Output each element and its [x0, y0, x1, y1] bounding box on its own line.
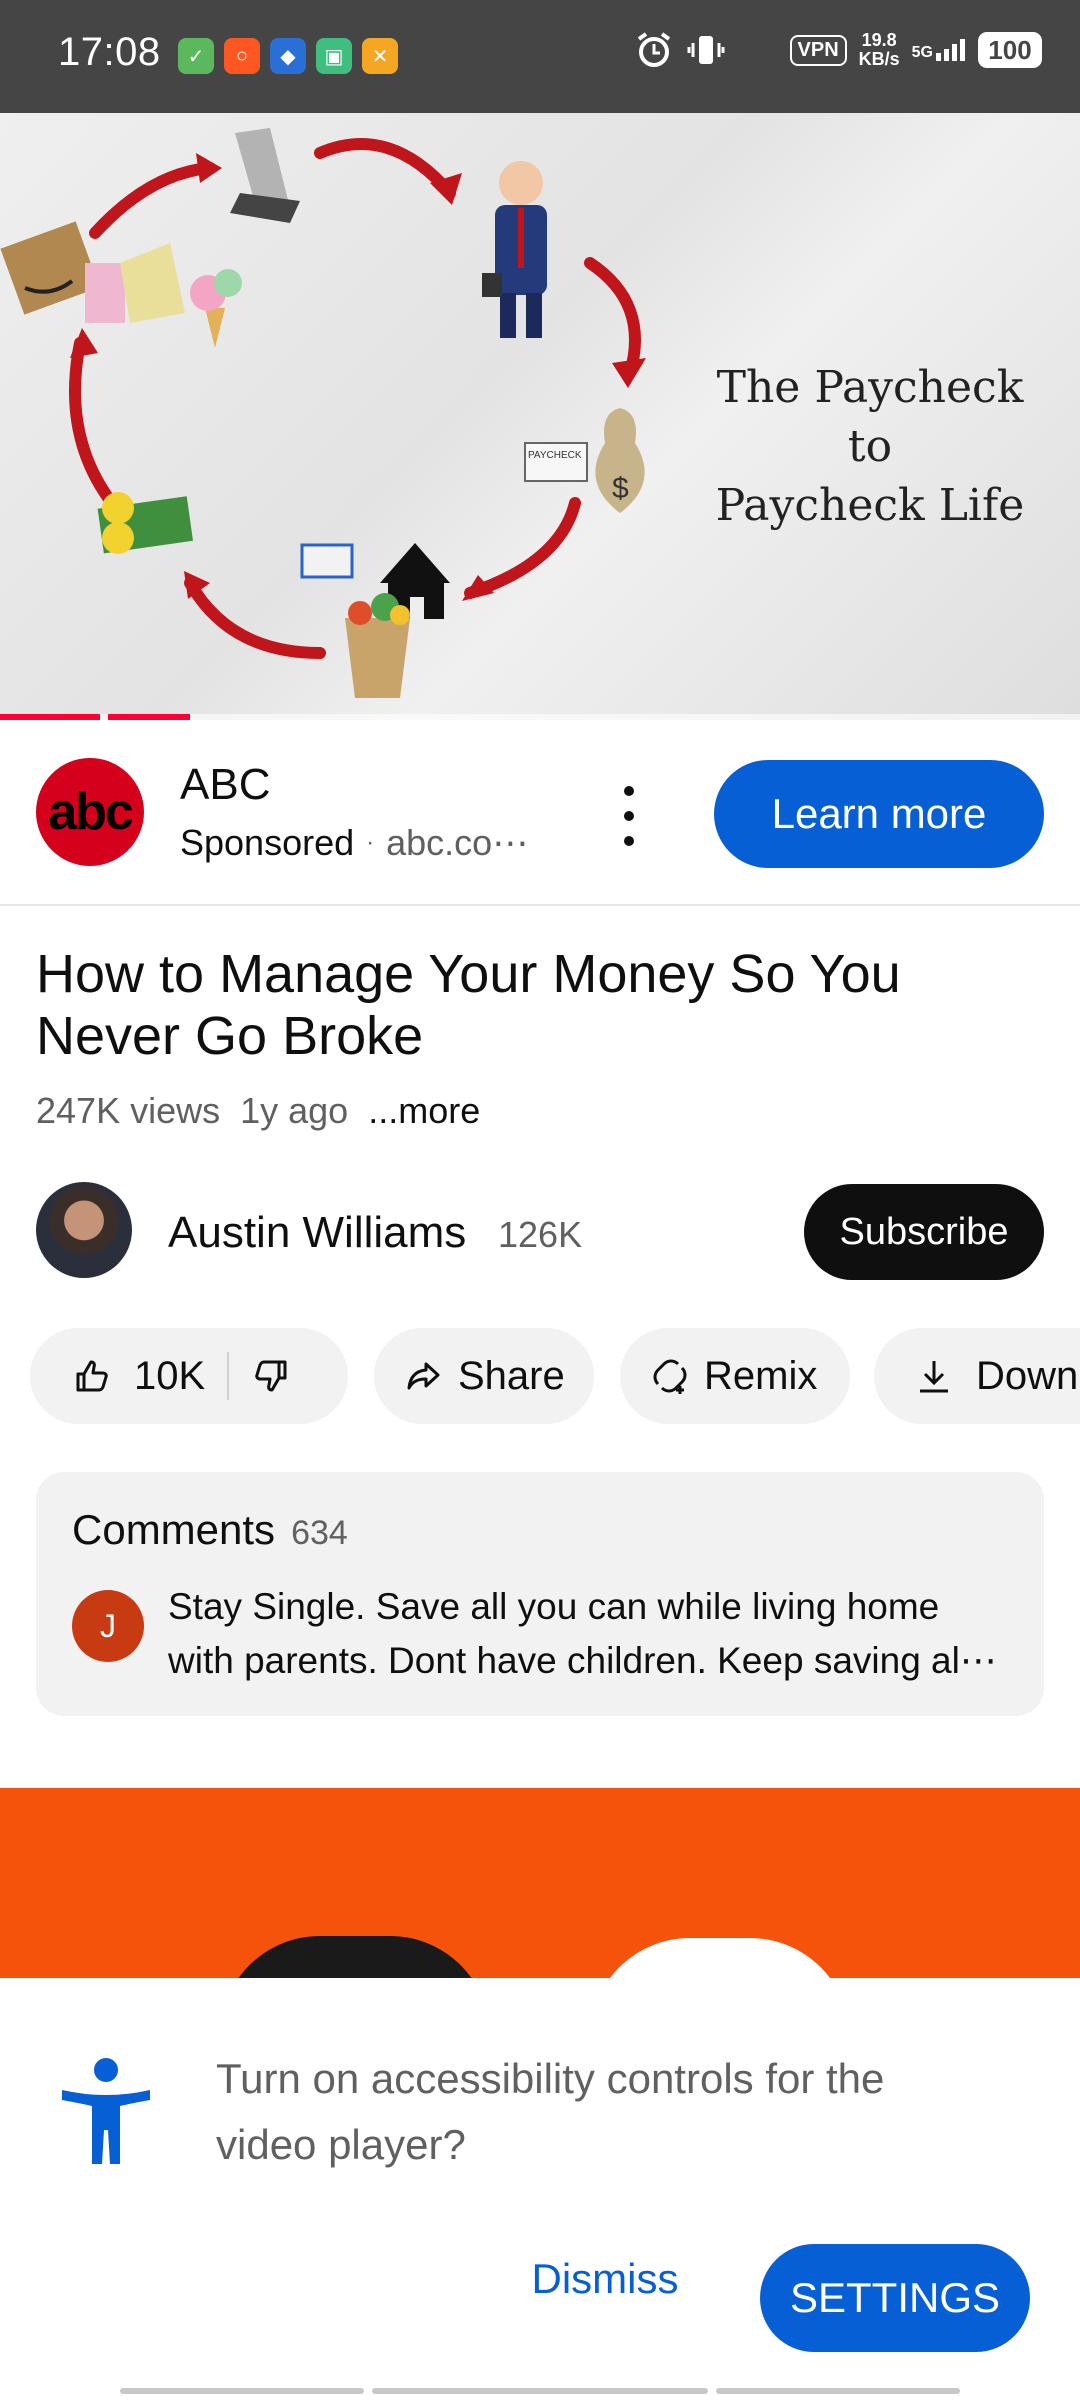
nav-bar-segment [716, 2388, 960, 2394]
view-count: 247K views [36, 1090, 221, 1131]
alarm-icon [634, 30, 674, 70]
video-overlay-title: The Paycheck to Paycheck Life [715, 362, 1025, 531]
notification-app-icon: ✕ [362, 38, 398, 74]
notification-icons: ✓ ○ ◆ ▣ ✕ [178, 38, 398, 74]
accessibility-sheet: Turn on accessibility controls for the v… [0, 1978, 1080, 2400]
ad-meta: Sponsored · abc.co⋯ [180, 822, 528, 864]
status-time: 17:08 [58, 30, 161, 74]
settings-button[interactable]: SETTINGS [760, 2244, 1030, 2352]
learn-more-button[interactable]: Learn more [714, 760, 1044, 868]
vpn-badge: VPN [789, 34, 847, 66]
meta-separator: · [366, 829, 375, 856]
more-link[interactable]: ...more [368, 1090, 480, 1132]
dismiss-button[interactable]: Dismiss [510, 2234, 700, 2324]
share-icon [407, 1362, 440, 1390]
like-count: 10K [134, 1353, 206, 1398]
paycheck-label: PAYCHECK [528, 450, 582, 461]
channel-name[interactable]: Austin Williams [168, 1208, 466, 1258]
thumbs-down-icon [255, 1360, 287, 1392]
subscriber-count: 126K [498, 1214, 583, 1255]
notification-app-icon: ✓ [178, 38, 214, 74]
top-comment: Stay Single. Save all you can while livi… [168, 1586, 997, 1681]
sponsored-label: Sponsored [180, 822, 355, 863]
remix-button[interactable]: Remix [620, 1328, 850, 1424]
preview-shape [590, 1938, 850, 1978]
share-button[interactable]: Share [374, 1328, 594, 1424]
next-ad-preview[interactable] [0, 1788, 1080, 1978]
notification-app-icon: ◆ [270, 38, 306, 74]
subscribe-button[interactable]: Subscribe [804, 1184, 1044, 1280]
status-bar: 17:08 ✓ ○ ◆ ▣ ✕ VPN 19.8 KB/s 5G 100 [0, 0, 1080, 113]
video-player[interactable]: PAYCHECK $ The Paycheck to Paycheck Life [0, 113, 1080, 720]
accessibility-prompt: Turn on accessibility controls for the v… [216, 2055, 885, 2168]
share-label: Share [458, 1353, 565, 1398]
notification-app-icon: ○ [224, 38, 260, 74]
moon-icon [738, 30, 778, 70]
thumbs-up-icon [76, 1360, 108, 1392]
signal-bars-icon [936, 39, 965, 61]
nav-bar-segment [372, 2388, 708, 2394]
advertiser-name: ABC [180, 760, 271, 809]
ad-banner[interactable]: abc ABC Sponsored · abc.co⋯ Learn more [0, 720, 1080, 906]
more-options-icon[interactable] [612, 786, 646, 846]
preview-shape [220, 1936, 490, 1978]
businessman-figure [482, 161, 547, 338]
status-indicators: VPN 19.8 KB/s 5G 100 [634, 30, 1042, 70]
download-icon [920, 1361, 948, 1393]
commenter-avatar: J [72, 1590, 144, 1662]
like-button[interactable]: 10K [30, 1354, 205, 1399]
nav-bar-segment [120, 2388, 364, 2394]
comments-header: Comments 634 [72, 1506, 348, 1554]
video-meta[interactable]: 247K views 1y ago ...more [36, 1090, 480, 1132]
advertiser-logo[interactable]: abc [36, 758, 144, 866]
channel-row[interactable]: Austin Williams 126K Subscribe [0, 1180, 1080, 1284]
download-button[interactable]: Down [874, 1328, 1080, 1424]
comments-title: Comments [72, 1506, 276, 1553]
ad-domain: abc.co⋯ [386, 822, 529, 863]
svg-text:$: $ [612, 472, 629, 505]
notification-app-icon: ▣ [316, 38, 352, 74]
accessibility-icon [62, 2058, 150, 2164]
comments-card[interactable]: Comments 634 J Stay Single. Save all you… [36, 1472, 1044, 1716]
action-bar: 10K Share Remix Down [0, 1328, 1080, 1424]
battery-indicator: 100 [978, 32, 1042, 68]
download-label: Down [976, 1353, 1079, 1398]
video-title: How to Manage Your Money So You Never Go… [36, 944, 901, 1066]
remix-label: Remix [704, 1353, 818, 1398]
network-speed: 19.8 KB/s [858, 30, 900, 69]
signal-5g: 5G [912, 39, 966, 61]
vibrate-icon [686, 30, 726, 70]
channel-avatar[interactable] [36, 1182, 132, 1278]
upload-age: 1y ago [240, 1090, 349, 1131]
dislike-button[interactable] [229, 1356, 291, 1396]
comments-count: 634 [291, 1514, 348, 1552]
remix-icon [653, 1359, 687, 1394]
like-dislike-chip: 10K [30, 1328, 348, 1424]
